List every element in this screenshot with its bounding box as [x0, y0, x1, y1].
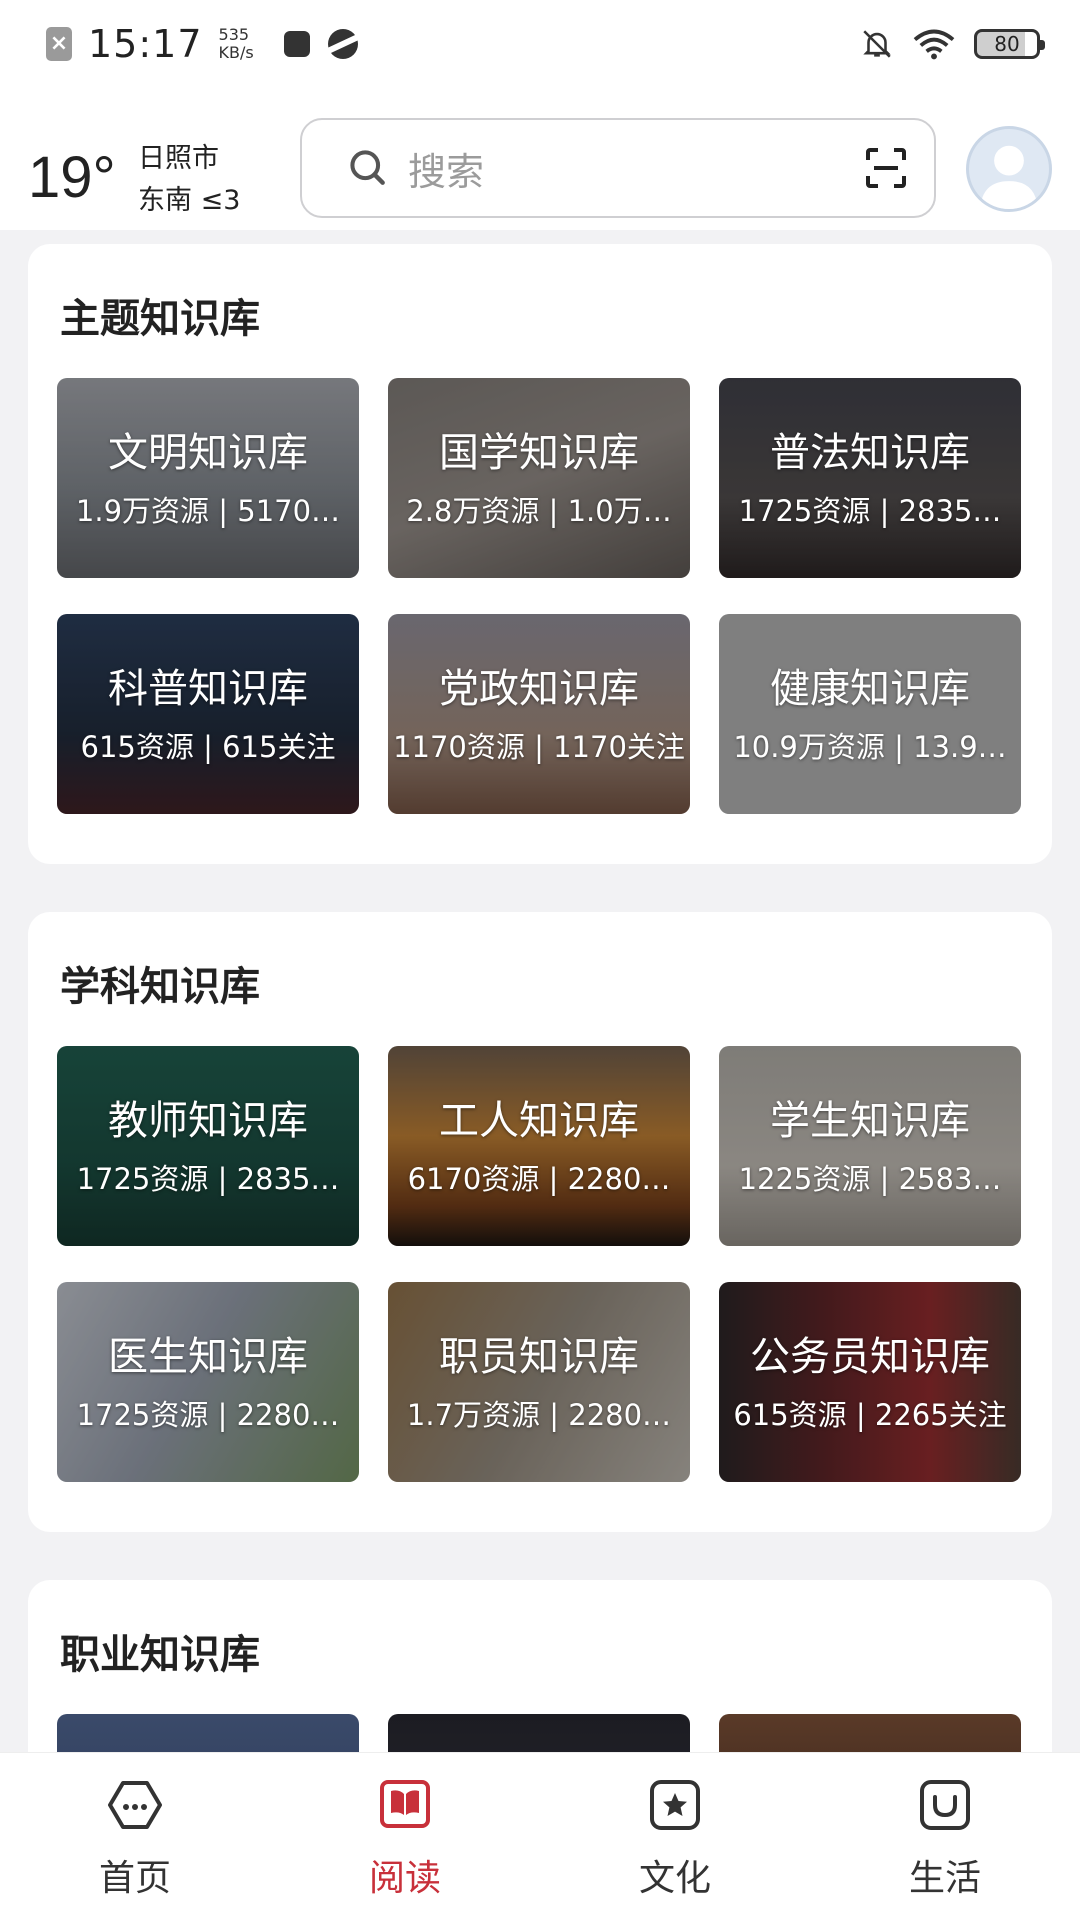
search-icon [350, 150, 385, 185]
section-title: 职业知识库 [60, 1632, 260, 1678]
top-header: 19° 日照市 东南 ≤3 搜索 [0, 88, 1080, 230]
knowledge-tile-civilization[interactable]: 文明知识库 1.9万资源 | 5170… [57, 378, 359, 578]
knowledge-tile-science[interactable]: 科普知识库 615资源 | 615关注 [57, 614, 359, 814]
search-placeholder: 搜索 [408, 149, 485, 194]
knowledge-tile-teacher[interactable]: 教师知识库 1725资源 | 2835… [57, 1046, 359, 1246]
book-icon [380, 1780, 430, 1828]
knowledge-tile-party[interactable]: 党政知识库 1170资源 | 1170关注 [388, 614, 690, 814]
app-notification-icon [283, 31, 310, 57]
weather-city: 日照市 [138, 143, 219, 174]
bell-muted-icon [863, 30, 891, 58]
nav-home[interactable]: 首页 [0, 1753, 270, 1920]
knowledge-tile-civil-servant[interactable]: 公务员知识库 615资源 | 2265关注 [719, 1282, 1021, 1482]
knowledge-tile-health[interactable]: 健康知识库 10.9万资源 | 13.9… [719, 614, 1021, 814]
user-avatar-icon [980, 145, 1038, 209]
weather-temperature: 19° [28, 145, 116, 210]
network-speed: 535 KB/s [218, 25, 254, 62]
nav-reading[interactable]: 阅读 [270, 1753, 540, 1920]
knowledge-tile-doctor[interactable]: 医生知识库 1725资源 | 2280… [57, 1282, 359, 1482]
knowledge-tile-law[interactable]: 普法知识库 1725资源 | 2835… [719, 378, 1021, 578]
search-input[interactable]: 搜索 [300, 118, 936, 218]
smile-square-icon [920, 1780, 970, 1830]
notification-close-icon: × [46, 27, 72, 61]
knowledge-tile-student[interactable]: 学生知识库 1225资源 | 2583… [719, 1046, 1021, 1246]
section-title: 学科知识库 [60, 964, 260, 1010]
weather-wind: 东南 ≤3 [138, 185, 241, 216]
nav-culture[interactable]: 文化 [540, 1753, 810, 1920]
knowledge-tile-worker[interactable]: 工人知识库 6170资源 | 2280… [388, 1046, 690, 1246]
scan-icon[interactable] [862, 144, 910, 192]
star-square-icon [650, 1780, 700, 1830]
wifi-icon [913, 29, 955, 60]
knowledge-tile-guoxue[interactable]: 国学知识库 2.8万资源 | 1.0万… [388, 378, 690, 578]
bottom-navigation: 首页 阅读 文化 生活 [0, 1752, 1080, 1920]
avatar[interactable] [966, 126, 1052, 212]
battery-indicator: 80 [974, 29, 1045, 59]
planet-notification-icon [327, 29, 358, 59]
home-hex-icon [108, 1781, 162, 1829]
theme-knowledge-section: 主题知识库 文明知识库 1.9万资源 | 5170… 国学知识库 2.8万资源 … [28, 244, 1052, 864]
nav-life[interactable]: 生活 [810, 1753, 1080, 1920]
knowledge-tile-staff[interactable]: 职员知识库 1.7万资源 | 2280… [388, 1282, 690, 1482]
clock: 15:17 [88, 22, 203, 66]
subject-knowledge-section: 学科知识库 教师知识库 1725资源 | 2835… 工人知识库 6170资源 … [28, 912, 1052, 1532]
status-bar: × 15:17 535 KB/s 80 [0, 0, 1080, 88]
section-title: 主题知识库 [60, 296, 260, 342]
